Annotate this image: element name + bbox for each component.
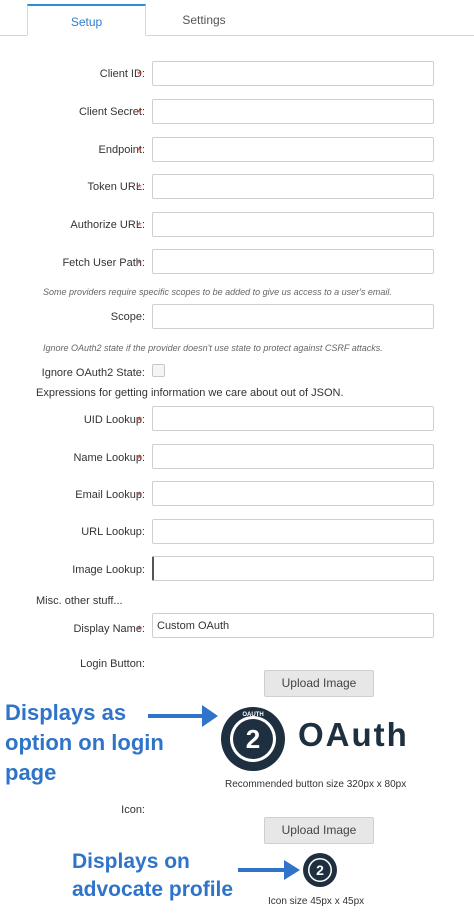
icon-caption: Icon size 45px x 45px [268, 896, 365, 907]
required-marker: * [137, 452, 142, 466]
email-lookup-label: Email Lookup: [75, 489, 145, 501]
required-marker: * [137, 257, 142, 271]
oauth-logo-icon: 2 OAUTH [221, 707, 285, 771]
url-lookup-input[interactable] [152, 519, 434, 544]
login-button-label: Login Button: [80, 658, 145, 670]
login-upload-image-button[interactable]: Upload Image [264, 670, 374, 697]
login-button-caption: Recommended button size 320px x 80px [225, 779, 407, 790]
required-marker: * [137, 414, 142, 428]
tab-setup[interactable]: Setup [27, 4, 146, 36]
icon-label: Icon: [121, 804, 145, 816]
expressions-heading: Expressions for getting information we c… [36, 387, 344, 399]
tab-settings[interactable]: Settings [146, 4, 262, 36]
state-hint: Ignore OAuth2 state if the provider does… [43, 343, 383, 353]
required-marker: * [137, 106, 142, 120]
client-secret-input[interactable] [152, 99, 434, 124]
required-marker: * [137, 623, 142, 637]
logo-badge-text: 2 [246, 724, 260, 754]
scope-label: Scope: [110, 311, 145, 323]
login-annotation: Displays as option on login page [5, 698, 164, 788]
uid-lookup-label: UID Lookup: [83, 414, 145, 426]
client-secret-label: Client Secret: [78, 106, 145, 118]
profile-annotation-arrow-icon [238, 860, 300, 880]
fetch-user-path-label: Fetch User Path: [62, 257, 145, 269]
client-id-input[interactable] [152, 61, 434, 86]
required-marker: * [137, 68, 142, 82]
profile-annotation: Displays on advocate profile [72, 848, 233, 904]
logo-ring-text: OAUTH [242, 712, 263, 718]
required-marker: * [137, 181, 142, 195]
name-lookup-input[interactable] [152, 444, 434, 469]
authorize-url-label: Authorize URL: [70, 219, 145, 231]
required-marker: * [137, 144, 142, 158]
tab-bar: Setup Settings [0, 0, 474, 36]
display-name-input[interactable] [152, 613, 434, 638]
login-annotation-line: Displays as [5, 700, 127, 725]
uid-lookup-input[interactable] [152, 406, 434, 431]
oauth-small-icon: 2 [303, 853, 337, 887]
endpoint-input[interactable] [152, 137, 434, 162]
profile-annotation-line: advocate profile [72, 878, 234, 901]
image-lookup-label: Image Lookup: [72, 564, 145, 576]
misc-heading: Misc. other stuff... [36, 595, 123, 607]
required-marker: * [137, 219, 142, 233]
icon-badge-text: 2 [316, 862, 324, 878]
fetch-user-path-input[interactable] [152, 249, 434, 274]
name-lookup-label: Name Lookup: [73, 452, 145, 464]
oauth-logo-word: OAuth [298, 716, 409, 753]
scope-hint: Some providers require specific scopes t… [43, 287, 392, 297]
url-lookup-label: URL Lookup: [81, 526, 145, 538]
ignore-state-label: Ignore OAuth2 State: [41, 367, 145, 379]
profile-annotation-line: Displays on [72, 850, 190, 873]
client-id-label: Client ID: [99, 68, 145, 80]
email-lookup-input[interactable] [152, 481, 434, 506]
display-name-label: Display Name: [73, 623, 145, 635]
required-marker: * [137, 489, 142, 503]
token-url-input[interactable] [152, 174, 434, 199]
login-annotation-line: option on login [5, 730, 164, 755]
ignore-state-checkbox[interactable] [152, 364, 165, 377]
endpoint-label: Endpoint: [98, 144, 145, 156]
token-url-label: Token URL: [87, 181, 145, 193]
icon-upload-image-button[interactable]: Upload Image [264, 817, 374, 844]
login-annotation-line: page [5, 760, 57, 785]
scope-input[interactable] [152, 304, 434, 329]
authorize-url-input[interactable] [152, 212, 434, 237]
image-lookup-input[interactable] [152, 556, 434, 581]
login-annotation-arrow-icon [148, 705, 218, 727]
